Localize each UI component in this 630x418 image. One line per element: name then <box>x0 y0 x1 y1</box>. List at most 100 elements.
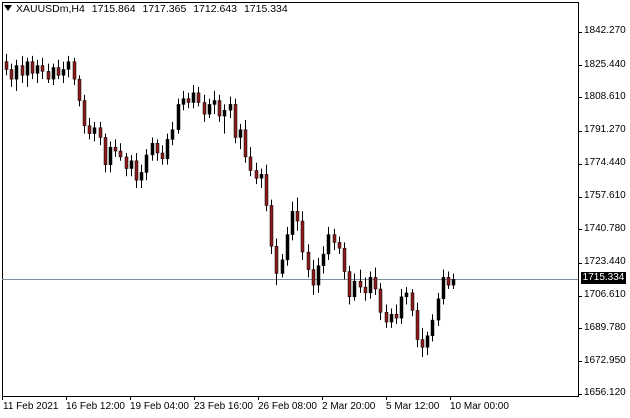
candle-body <box>384 312 389 323</box>
price-label: 1656.120 <box>584 387 626 398</box>
plot-frame <box>2 2 579 397</box>
candle-body <box>160 152 165 160</box>
candle-body <box>441 277 446 299</box>
candle-body <box>300 220 305 253</box>
candle-body <box>410 292 415 311</box>
price-label: 1757.610 <box>584 190 626 201</box>
candle-body <box>394 314 399 319</box>
price-label: 1740.780 <box>584 223 626 234</box>
symbol-timeframe: XAUUSDm,H4 <box>16 3 85 15</box>
candle-body <box>129 160 134 169</box>
candle-body <box>212 100 217 105</box>
time-label: 10 Mar 00:00 <box>450 401 509 412</box>
time-label: 11 Feb 2021 <box>3 401 59 412</box>
candle-body <box>321 253 326 266</box>
candle-body <box>311 269 316 286</box>
candle-body <box>342 247 347 272</box>
candle-body <box>425 335 430 348</box>
candle-body <box>295 211 300 222</box>
candle-body <box>61 69 66 76</box>
candle-body <box>420 339 425 348</box>
candle-body <box>264 174 269 206</box>
time-label: 5 Mar 12:00 <box>386 401 440 412</box>
price-label: 1808.610 <box>584 91 626 102</box>
ohlc-close: 1715.334 <box>243 3 288 15</box>
ohlc-high: 1717.365 <box>142 3 187 15</box>
time-label: 2 Mar 20:00 <box>322 401 376 412</box>
candle-body <box>306 251 311 270</box>
price-label: 1774.440 <box>584 157 626 168</box>
chart-header: XAUUSDm,H4 1715.864 1717.365 1712.643 17… <box>4 3 292 15</box>
candle-body <box>280 259 285 274</box>
candle-body <box>378 288 383 313</box>
candle-body <box>30 61 35 74</box>
time-label: 23 Feb 16:00 <box>194 401 253 412</box>
candle-body <box>347 271 352 298</box>
candle-body <box>404 292 409 298</box>
candle-body <box>40 65 45 72</box>
price-label: 1842.270 <box>584 25 626 36</box>
price-label: 1689.780 <box>584 322 626 333</box>
time-label: 26 Feb 08:00 <box>258 401 317 412</box>
ohlc-open: 1715.864 <box>91 3 136 15</box>
price-label: 1791.270 <box>584 124 626 135</box>
candle-body <box>202 102 207 115</box>
candle-body <box>124 156 129 169</box>
candle-body <box>358 280 363 288</box>
candle-body <box>446 277 451 286</box>
candle-body <box>98 127 103 138</box>
candle-body <box>415 310 420 340</box>
candle-body <box>451 279 456 286</box>
candle-body <box>118 150 123 158</box>
candle-body <box>363 286 368 294</box>
candle-body <box>248 156 253 171</box>
ohlc-low: 1712.643 <box>193 3 238 15</box>
current-price-badge: 1715.334 <box>581 272 626 284</box>
candle-body <box>134 160 139 181</box>
candle-body <box>373 277 378 290</box>
candle-body <box>352 280 357 298</box>
price-chart[interactable] <box>0 0 630 418</box>
candle-body <box>170 129 175 140</box>
candle-body <box>326 234 331 255</box>
time-label: 19 Feb 04:00 <box>130 401 189 412</box>
price-label: 1723.440 <box>584 256 626 267</box>
candle-body <box>20 65 25 76</box>
candle-body <box>103 137 108 165</box>
price-label: 1706.610 <box>584 289 626 300</box>
candle-body <box>316 265 321 286</box>
candle-body <box>368 277 373 294</box>
candle-body <box>4 61 9 70</box>
candle-body <box>389 314 394 323</box>
price-label: 1825.440 <box>584 59 626 70</box>
candle-body <box>274 246 279 274</box>
candle-body <box>176 104 181 130</box>
candle-body <box>82 100 87 127</box>
candle-body <box>66 61 71 70</box>
candle-body <box>259 174 264 179</box>
candle-body <box>436 298 441 321</box>
candle-body <box>72 61 77 80</box>
candle-body <box>196 92 201 103</box>
time-label: 16 Feb 12:00 <box>66 401 125 412</box>
candle-body <box>254 170 259 179</box>
candle-body <box>35 65 40 74</box>
candle-body <box>46 71 51 80</box>
candle-body <box>238 129 243 138</box>
candle-body <box>191 92 196 103</box>
candle-body <box>269 205 274 247</box>
candle-body <box>56 67 61 76</box>
candle-body <box>243 129 248 158</box>
candle-body <box>337 242 342 249</box>
dropdown-triangle-icon[interactable] <box>4 5 12 12</box>
candle-body <box>233 104 238 138</box>
candle-body <box>332 234 337 243</box>
chart-window[interactable]: XAUUSDm,H4 1715.864 1717.365 1712.643 17… <box>0 0 630 418</box>
candle-body <box>290 211 295 235</box>
candle-body <box>92 127 97 134</box>
candle-body <box>155 143 160 154</box>
candle-body <box>144 154 149 173</box>
candle-body <box>399 296 404 319</box>
candle-body <box>25 61 30 76</box>
candle-body <box>9 69 14 80</box>
